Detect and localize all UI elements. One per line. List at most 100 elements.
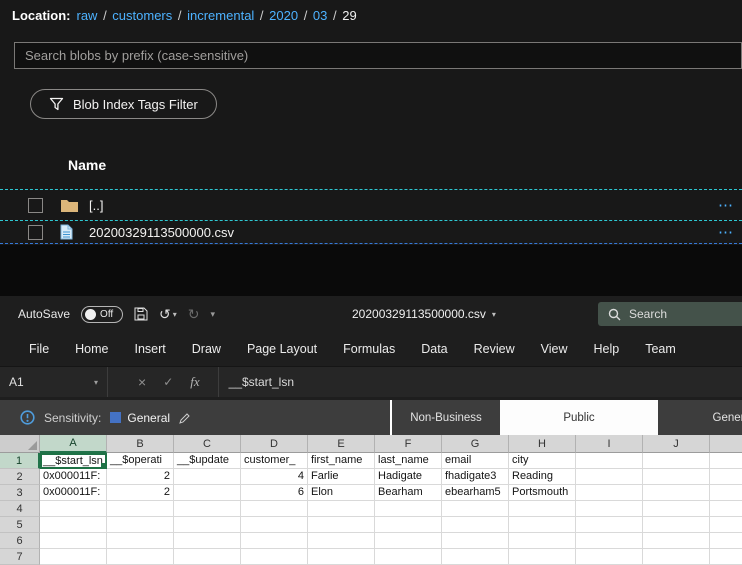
cell-I7[interactable] [576, 549, 643, 565]
name-box[interactable]: A1 ▾ [0, 367, 108, 397]
cell-C5[interactable] [174, 517, 241, 533]
undo-dropdown-icon[interactable]: ▾ [173, 310, 177, 319]
select-all-corner[interactable] [0, 435, 40, 453]
breadcrumb-link[interactable]: 2020 [269, 8, 298, 23]
name-column-header[interactable]: Name [68, 157, 106, 173]
cell-H2[interactable]: Reading [509, 469, 576, 485]
cell-E4[interactable] [308, 501, 375, 517]
cell-A6[interactable] [40, 533, 107, 549]
ribbon-tab-formulas[interactable]: Formulas [330, 332, 408, 366]
cell-G3[interactable]: ebearham5 [442, 485, 509, 501]
blob-name[interactable]: [..] [89, 198, 103, 213]
cell-J5[interactable] [643, 517, 710, 533]
cancel-icon[interactable]: × [138, 374, 146, 390]
column-header-C[interactable]: C [174, 435, 241, 453]
cell-G2[interactable]: fhadigate3 [442, 469, 509, 485]
cell-D1[interactable]: customer_ [241, 453, 308, 469]
breadcrumb-link[interactable]: raw [77, 8, 98, 23]
cell-F2[interactable]: Hadigate [375, 469, 442, 485]
undo-icon[interactable]: ↺ ▾ [159, 306, 177, 323]
cell-F7[interactable] [375, 549, 442, 565]
cell-I4[interactable] [576, 501, 643, 517]
cell-I1[interactable] [576, 453, 643, 469]
ribbon-tab-help[interactable]: Help [581, 332, 633, 366]
ribbon-tab-data[interactable]: Data [408, 332, 460, 366]
column-header-D[interactable]: D [241, 435, 308, 453]
cell-E5[interactable] [308, 517, 375, 533]
cell-C2[interactable] [174, 469, 241, 485]
formula-input[interactable]: __$start_lsn [219, 367, 294, 397]
search-box[interactable]: Search [598, 302, 742, 326]
sensitivity-option-non-business[interactable]: Non-Business [392, 400, 500, 435]
cell-H4[interactable] [509, 501, 576, 517]
cell-A5[interactable] [40, 517, 107, 533]
redo-icon[interactable]: ↻ [188, 306, 200, 323]
cell-D4[interactable] [241, 501, 308, 517]
cell-G1[interactable]: email [442, 453, 509, 469]
cell-D6[interactable] [241, 533, 308, 549]
cell-B1[interactable]: __$operati [107, 453, 174, 469]
blob-name[interactable]: 20200329113500000.csv [89, 225, 234, 240]
more-options-icon[interactable]: ⋯ [718, 223, 734, 241]
cell-E6[interactable] [308, 533, 375, 549]
ribbon-tab-page-layout[interactable]: Page Layout [234, 332, 330, 366]
row-checkbox[interactable] [28, 225, 43, 240]
cell-F1[interactable]: last_name [375, 453, 442, 469]
cell-F5[interactable] [375, 517, 442, 533]
cell-J3[interactable] [643, 485, 710, 501]
cell-E1[interactable]: first_name [308, 453, 375, 469]
cell-G5[interactable] [442, 517, 509, 533]
more-options-icon[interactable]: ⋯ [718, 196, 734, 214]
column-header-E[interactable]: E [308, 435, 375, 453]
cell-C4[interactable] [174, 501, 241, 517]
cell-H7[interactable] [509, 549, 576, 565]
cell-J6[interactable] [643, 533, 710, 549]
cell-C7[interactable] [174, 549, 241, 565]
enter-icon[interactable]: ✓ [163, 375, 173, 389]
row-header-2[interactable]: 2 [0, 469, 40, 485]
cell-G7[interactable] [442, 549, 509, 565]
cell-H6[interactable] [509, 533, 576, 549]
cell-F4[interactable] [375, 501, 442, 517]
cell-G6[interactable] [442, 533, 509, 549]
cell-J1[interactable] [643, 453, 710, 469]
column-header-F[interactable]: F [375, 435, 442, 453]
cell-H1[interactable]: city [509, 453, 576, 469]
cell-J7[interactable] [643, 549, 710, 565]
cell-D2[interactable]: 4 [241, 469, 308, 485]
cell-C3[interactable] [174, 485, 241, 501]
column-header-G[interactable]: G [442, 435, 509, 453]
column-header-H[interactable]: H [509, 435, 576, 453]
ribbon-tab-insert[interactable]: Insert [122, 332, 179, 366]
ribbon-tab-review[interactable]: Review [461, 332, 528, 366]
column-header-I[interactable]: I [576, 435, 643, 453]
cell-A1[interactable]: __$start_lsn [40, 453, 107, 469]
cell-F3[interactable]: Bearham [375, 485, 442, 501]
cell-E7[interactable] [308, 549, 375, 565]
cell-B5[interactable] [107, 517, 174, 533]
ribbon-tab-view[interactable]: View [528, 332, 581, 366]
breadcrumb-link[interactable]: customers [112, 8, 172, 23]
quick-access-customize-icon[interactable]: ▾ [211, 309, 216, 320]
cell-E3[interactable]: Elon [308, 485, 375, 501]
cell-I5[interactable] [576, 517, 643, 533]
search-input[interactable] [14, 42, 742, 69]
breadcrumb-link[interactable]: 03 [313, 8, 327, 23]
cell-A4[interactable] [40, 501, 107, 517]
column-header-J[interactable]: J [643, 435, 710, 453]
ribbon-tab-draw[interactable]: Draw [179, 332, 234, 366]
cell-D7[interactable] [241, 549, 308, 565]
cell-I6[interactable] [576, 533, 643, 549]
column-header-A[interactable]: A [40, 435, 107, 453]
cell-A3[interactable]: 0x000011F: [40, 485, 107, 501]
cell-B3[interactable]: 2 [107, 485, 174, 501]
document-title[interactable]: 20200329113500000.csv ▾ [352, 296, 496, 332]
table-row-csv-file[interactable]: 20200329113500000.csv ⋯ [0, 221, 742, 244]
ribbon-tab-file[interactable]: File [16, 332, 62, 366]
cell-F6[interactable] [375, 533, 442, 549]
cell-B7[interactable] [107, 549, 174, 565]
autosave-toggle[interactable]: Off [81, 306, 123, 323]
edit-sensitivity-icon[interactable] [179, 412, 191, 424]
sensitivity-option-general[interactable]: General [658, 400, 742, 435]
cell-B6[interactable] [107, 533, 174, 549]
